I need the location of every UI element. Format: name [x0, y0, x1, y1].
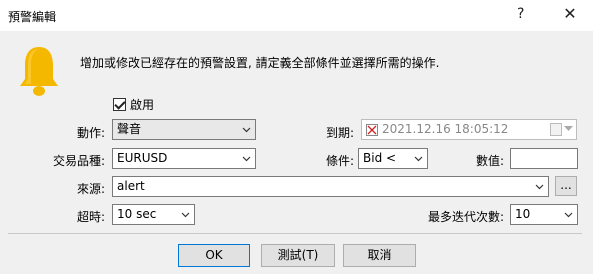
- max-iterations-select[interactable]: 10: [510, 204, 578, 225]
- symbol-value: EURUSD: [117, 151, 168, 165]
- enable-checkbox[interactable]: [113, 98, 126, 111]
- ok-button[interactable]: OK: [178, 244, 250, 267]
- condition-label: 條件:: [325, 154, 354, 168]
- expiry-checkbox-icon[interactable]: [366, 124, 378, 136]
- timeout-select[interactable]: 10 sec: [112, 204, 195, 225]
- enable-label: 啟用: [130, 98, 155, 112]
- value-label: 數值:: [475, 154, 504, 168]
- timeout-value: 10 sec: [117, 207, 157, 221]
- bell-icon: [20, 47, 58, 96]
- source-label: 來源:: [76, 182, 105, 196]
- action-select[interactable]: 聲音: [112, 119, 256, 140]
- max-iterations-label: 最多迭代次數:: [427, 210, 504, 224]
- timeout-label: 超時:: [76, 210, 105, 224]
- expiry-value: 2021.12.16 18:05:12: [382, 122, 509, 136]
- symbol-select[interactable]: EURUSD: [112, 148, 256, 169]
- chevron-down-icon: [535, 184, 544, 190]
- enable-checkbox-row[interactable]: 啟用: [113, 96, 154, 113]
- window-title: 預警編輯: [8, 10, 57, 24]
- condition-select[interactable]: Bid <: [358, 148, 428, 169]
- chevron-down-icon: [414, 156, 423, 162]
- help-button[interactable]: ?: [517, 6, 524, 22]
- chevron-down-icon: [181, 212, 190, 218]
- description-text: 增加或修改已經存在的預警設置, 請定義全部條件並選擇所需的操作.: [80, 56, 440, 70]
- source-value: alert: [117, 179, 145, 193]
- title-bar: 預警編輯 ? ✕: [0, 0, 593, 31]
- action-label: 動作:: [76, 126, 105, 140]
- calendar-icon[interactable]: [550, 123, 562, 136]
- source-select[interactable]: alert: [112, 176, 549, 197]
- chevron-down-icon: [242, 156, 251, 162]
- expiry-label: 到期:: [325, 126, 354, 140]
- chevron-down-icon: [242, 127, 251, 133]
- cancel-button[interactable]: 取消: [343, 244, 416, 267]
- close-button[interactable]: ✕: [559, 2, 581, 26]
- value-input[interactable]: [510, 148, 578, 169]
- condition-value: Bid <: [363, 151, 397, 165]
- action-value: 聲音: [117, 122, 142, 136]
- browse-button[interactable]: ...: [555, 176, 577, 196]
- test-button[interactable]: 測試(T): [261, 244, 335, 267]
- max-iterations-value: 10: [515, 207, 531, 221]
- divider: [8, 233, 582, 234]
- symbol-label: 交易品種:: [52, 154, 105, 168]
- chevron-down-icon: [564, 212, 573, 218]
- chevron-down-icon[interactable]: [564, 126, 573, 132]
- expiry-datetime-picker[interactable]: 2021.12.16 18:05:12: [361, 119, 577, 140]
